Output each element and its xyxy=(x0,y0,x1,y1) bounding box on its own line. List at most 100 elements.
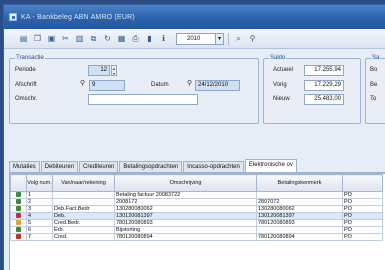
row-status-cell xyxy=(10,219,27,227)
row-account-cell: Deb. xyxy=(52,212,115,220)
column-header-account[interactable]: Van/naar/rekening xyxy=(52,174,115,192)
lookup-icon[interactable]: ⚲ xyxy=(80,79,85,87)
year-select[interactable]: 2010 xyxy=(176,32,216,45)
row-reference-cell: 130280080062 xyxy=(256,205,343,213)
chevron-down-icon[interactable]: ▾ xyxy=(215,32,224,45)
date-field[interactable]: 24/12/2010 xyxy=(195,80,240,91)
table-row[interactable]: 4 Deb. 130120081397 130120081397 PO xyxy=(10,212,383,220)
tab-crediteuren[interactable]: Crediteuren xyxy=(79,161,119,172)
page-icon[interactable]: ▤ xyxy=(18,33,29,44)
status-indicator-icon xyxy=(16,220,21,226)
status-indicator-icon xyxy=(16,234,21,240)
row-description-cell: 2008172 xyxy=(114,198,257,206)
side-label-1: Bo xyxy=(370,67,378,73)
table-header-row: Volg num. Van/naar/rekening Omschrijving… xyxy=(10,174,383,192)
row-description-cell: 780120080893 xyxy=(114,219,257,227)
row-description-cell: Betaling factuur 20083722 xyxy=(114,191,257,199)
toolbar-divider xyxy=(228,32,229,45)
row-status-cell xyxy=(10,212,27,220)
statement-label: Afschrift xyxy=(15,82,37,88)
duplicate-icon[interactable]: ⧉ xyxy=(88,33,99,44)
transactions-table: Volg num. Van/naar/rekening Omschrijving… xyxy=(10,174,383,241)
current-balance-label: Actueel xyxy=(273,67,294,73)
chart-icon[interactable]: ▮ xyxy=(144,33,155,44)
table-row[interactable]: 5 Cred.Bedr. 780120080893 780120080893 PO xyxy=(10,219,383,227)
status-indicator-icon xyxy=(16,213,21,219)
new-balance-label: Nieuw xyxy=(273,96,290,102)
column-header-code[interactable] xyxy=(342,174,383,192)
copy-icon[interactable]: ❐ xyxy=(32,33,43,44)
side-group-title: Sa xyxy=(371,55,381,61)
row-description-cell: 130120081397 xyxy=(114,212,257,220)
row-status-cell xyxy=(10,191,27,199)
table-row[interactable]: 7 Cred. 780120080894 780120080894 PO xyxy=(10,233,383,241)
row-description-cell: 130280080062 xyxy=(114,205,257,213)
column-header-seq[interactable]: Volg num. xyxy=(26,174,53,192)
row-seq-cell: 2 xyxy=(26,198,53,206)
row-seq-cell: 6 xyxy=(26,226,53,234)
column-header-reference[interactable]: Betalingskenmerk xyxy=(256,174,343,192)
filter-icon[interactable]: ⚲ xyxy=(247,33,258,44)
transaction-group: Transactie Periode 12 ▴ ▾ Afschrift ⚲ 9 D… xyxy=(9,55,259,124)
balance-group-title: Saldo xyxy=(269,55,287,61)
description-field[interactable] xyxy=(88,94,198,105)
row-code-cell: PO xyxy=(342,219,383,227)
row-code-cell: PO xyxy=(342,212,383,220)
row-seq-cell: 7 xyxy=(26,233,53,241)
header-panels: Transactie Periode 12 ▴ ▾ Afschrift ⚲ 9 D… xyxy=(9,50,385,126)
statement-field[interactable]: 9 xyxy=(89,80,125,91)
cut-icon[interactable]: ✂ xyxy=(60,33,71,44)
row-status-cell xyxy=(10,226,27,234)
row-description-cell: Bijstorting xyxy=(114,226,257,234)
refresh-icon[interactable]: ↻ xyxy=(102,33,113,44)
row-status-cell xyxy=(10,233,27,241)
tab-debiteuren[interactable]: Debiteuren xyxy=(40,161,79,172)
row-account-cell: Cred.Bedr. xyxy=(52,219,115,227)
table-row[interactable]: 2 2008172 2807072 PO xyxy=(10,198,383,206)
paste-icon[interactable]: ▥ xyxy=(74,33,85,44)
row-reference-cell xyxy=(256,226,343,234)
row-account-cell xyxy=(52,198,115,206)
main-window: KA - Bankbeleg ABN AMRO (EUR) ▤ ❐ ▣ ✂ ▥ … xyxy=(3,4,385,270)
save-icon[interactable]: ▣ xyxy=(46,33,57,44)
side-label-3: To xyxy=(370,96,377,102)
status-indicator-icon xyxy=(16,227,21,233)
row-code-cell: PO xyxy=(342,226,383,234)
row-reference-cell: 130120081397 xyxy=(256,212,343,220)
row-reference-cell xyxy=(256,191,343,199)
toolbar: ▤ ❐ ▣ ✂ ▥ ⧉ ↻ ▦ ⎙ ▮ ℹ 2010 ▾ ⌕ ⚲ xyxy=(4,29,385,49)
search-icon[interactable]: ⌕ xyxy=(233,33,244,44)
side-label-2: Be xyxy=(370,82,378,88)
table-row[interactable]: 1 Betaling factuur 20083722 PO xyxy=(10,191,383,199)
tab-strip: Mutaties Debiteuren Crediteuren Betaling… xyxy=(9,159,385,173)
tab-mutaties[interactable]: Mutaties xyxy=(9,161,40,172)
balance-group: Saldo Actueel 17.255,94 Vorig 17.229,29 … xyxy=(263,55,361,124)
new-balance-field: 25.483,00 xyxy=(304,94,344,105)
row-reference-cell: 780120080894 xyxy=(256,233,343,241)
row-code-cell: PO xyxy=(342,205,383,213)
status-indicator-icon xyxy=(16,192,21,198)
tab-betalingsopdrachten[interactable]: Betalingsopdrachten xyxy=(119,161,183,172)
report-icon[interactable]: ▦ xyxy=(116,33,127,44)
previous-balance-field: 17.229,29 xyxy=(304,80,344,91)
row-status-cell xyxy=(10,198,27,206)
transaction-group-title: Transactie xyxy=(15,55,45,61)
info-icon[interactable]: ℹ xyxy=(158,33,169,44)
row-reference-cell: 2807072 xyxy=(256,198,343,206)
tab-elektronisch[interactable]: Elektronische ov xyxy=(244,159,297,172)
calendar-lookup-icon[interactable]: ⚲ xyxy=(187,79,192,87)
table-row[interactable]: 6 Erb. Bijstorting PO xyxy=(10,226,383,234)
period-field[interactable]: 12 xyxy=(88,65,110,76)
status-indicator-icon xyxy=(16,199,21,205)
table-row[interactable]: 3 Deb.Fact.Bedr 130280080062 130280080062 PO xyxy=(10,205,383,213)
print-icon[interactable]: ⎙ xyxy=(130,33,141,44)
row-code-cell: PO xyxy=(342,233,383,241)
period-spinner[interactable]: ▴ ▾ xyxy=(111,65,117,76)
row-seq-cell: 3 xyxy=(26,205,53,213)
column-header-description[interactable]: Omschrijving xyxy=(114,174,257,192)
title-bar: KA - Bankbeleg ABN AMRO (EUR) xyxy=(4,5,385,29)
column-header-status[interactable] xyxy=(10,174,27,192)
app-icon xyxy=(9,13,17,21)
tab-incasso-opdrachten[interactable]: Incasso-opdrachten xyxy=(183,161,244,172)
date-label: Datum xyxy=(151,82,169,88)
